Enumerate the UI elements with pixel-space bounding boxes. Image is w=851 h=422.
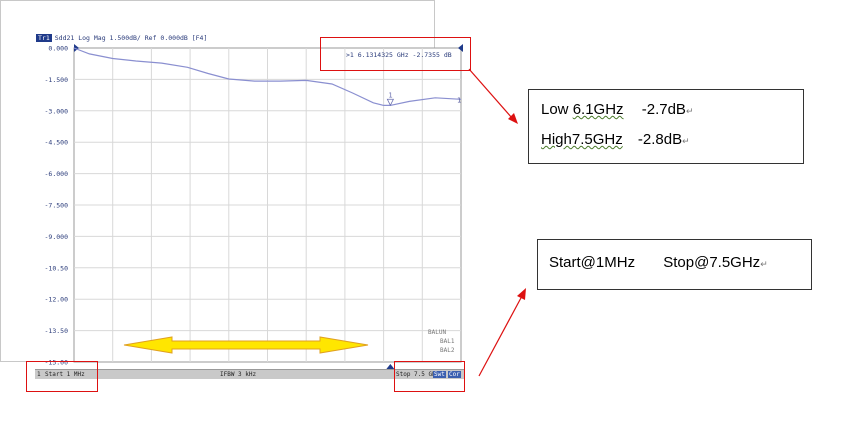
y-tick-label: -3.000 <box>45 107 69 115</box>
start-stop-annotation-box: Start@1MHz Stop@7.5GHz↵ <box>537 239 812 290</box>
y-tick-label: -1.500 <box>45 76 69 84</box>
high-db: -2.8dB <box>637 131 683 148</box>
start-highlight-box <box>26 361 98 392</box>
marker-1-label: 1 <box>388 91 392 99</box>
y-tick-label: -9.000 <box>45 233 69 241</box>
y-tick-label: 0.000 <box>48 45 68 53</box>
start-stop-para-mark: ↵ <box>760 259 768 269</box>
low-db: -2.7dB <box>641 101 686 118</box>
balun-title: BALUN <box>428 329 447 336</box>
low-para-mark: ↵ <box>685 106 694 116</box>
trace-end-label: 1 <box>457 96 461 104</box>
balun-bal1: BAL1 <box>440 338 455 345</box>
low-line: Low 6.1GHz -2.7dB↵ <box>541 101 693 118</box>
stop-highlight-box <box>394 361 465 392</box>
y-tick-label: -13.50 <box>45 327 69 335</box>
high-para-mark: ↵ <box>682 136 690 146</box>
high-label: High7.5GHz <box>541 131 623 148</box>
balun-bal2: BAL2 <box>440 347 455 354</box>
y-tick-label: -4.500 <box>45 139 69 147</box>
y-tick-label: -12.00 <box>45 296 69 304</box>
status-ifbw[interactable]: IFBW 3 kHz <box>220 371 256 378</box>
y-tick-label: -6.000 <box>45 170 69 178</box>
balun-legend: BALUN BAL1 BAL2 <box>428 328 454 355</box>
y-tick-label: -10.50 <box>45 264 69 272</box>
pointer-arrow-head-startstop <box>517 288 526 300</box>
pointer-arrow-line-marker <box>468 68 513 119</box>
start-stop-line: Start@1MHz Stop@7.5GHz↵ <box>549 254 768 271</box>
y-tick-label: -7.500 <box>45 202 69 210</box>
start-text: Start@1MHz <box>549 254 636 271</box>
low-freq: 6.1GHz <box>572 101 624 118</box>
pointer-arrow-line-startstop <box>478 295 523 377</box>
low-label: Low <box>541 101 569 118</box>
high-line: High7.5GHz -2.8dB↵ <box>541 131 690 148</box>
low-high-annotation-box: Low 6.1GHz -2.7dB↵ High7.5GHz -2.8dB↵ <box>528 89 804 164</box>
stop-text: Stop@7.5GHz <box>663 254 761 271</box>
marker-highlight-box <box>320 37 471 71</box>
